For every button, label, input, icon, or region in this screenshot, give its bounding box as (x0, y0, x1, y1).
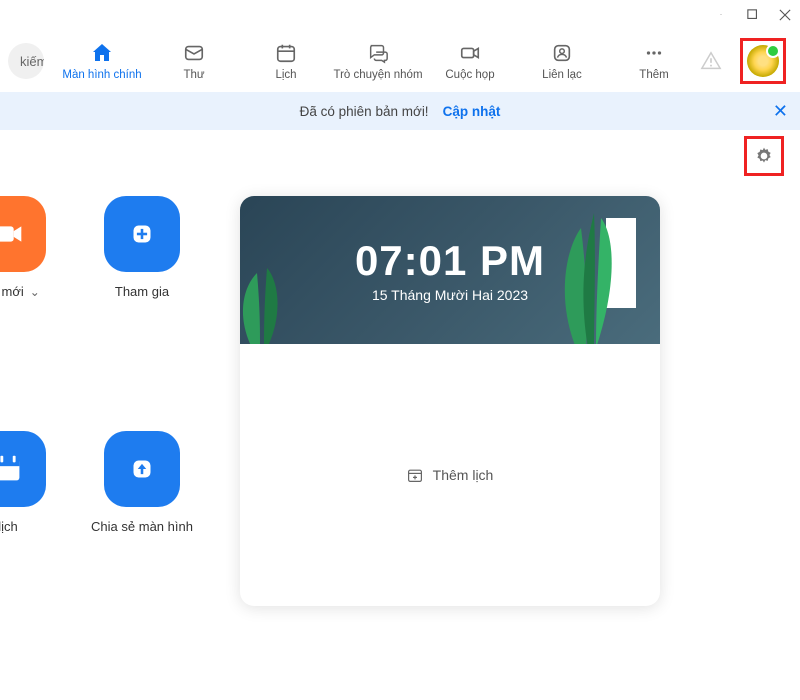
join-button[interactable] (104, 196, 180, 272)
nav-contacts[interactable]: Liên lạc (520, 41, 604, 81)
new-meeting-button[interactable] (0, 196, 46, 272)
gear-icon[interactable] (754, 146, 774, 166)
action-tiles: họp mới ⌄ Tham gia 19 lịch Chia sẻ màn h… (0, 196, 180, 606)
plant-illustration (240, 268, 292, 344)
chevron-down-icon[interactable]: ⌄ (30, 285, 40, 299)
nav-label: Thêm (639, 69, 668, 81)
update-banner: Đã có phiên bản mới! Cập nhật ✕ (0, 92, 800, 130)
nav-label: Liên lạc (542, 69, 582, 81)
nav-calendar[interactable]: Lịch (244, 41, 328, 81)
tile-label: lịch (0, 519, 18, 534)
main-content: họp mới ⌄ Tham gia 19 lịch Chia sẻ màn h… (0, 176, 800, 616)
video-icon (458, 41, 482, 65)
more-icon (642, 41, 666, 65)
clock-panel: 07:01 PM 15 Tháng Mười Hai 2023 (240, 196, 660, 344)
share-screen-button[interactable] (104, 431, 180, 507)
maximize-button[interactable] (746, 8, 760, 22)
nav-label: Màn hình chính (62, 69, 141, 81)
minimize-button[interactable] (714, 8, 728, 22)
calendar-icon (274, 41, 298, 65)
svg-text:19: 19 (3, 468, 14, 479)
close-icon[interactable]: ✕ (773, 101, 788, 122)
home-icon (90, 41, 114, 65)
nav-right (700, 38, 786, 84)
nav-label: Thư (183, 69, 204, 81)
schedule-button[interactable]: 19 (0, 431, 46, 507)
update-message: Đã có phiên bản mới! (300, 104, 429, 119)
clock-date: 15 Tháng Mười Hai 2023 (372, 287, 528, 303)
window-controls (0, 0, 800, 30)
warning-icon[interactable] (700, 50, 722, 72)
nav-items: Màn hình chính Thư Lịch Trò chuyện nhóm … (60, 41, 696, 81)
settings-highlight (744, 136, 784, 176)
add-calendar-button[interactable]: Thêm lịch (407, 467, 494, 483)
chat-icon (366, 41, 390, 65)
avatar[interactable] (747, 45, 779, 77)
clock-time: 07:01 PM (355, 237, 545, 285)
mail-icon (182, 41, 206, 65)
tile-label: Tham gia (115, 284, 169, 299)
calendar-plus-icon (407, 467, 423, 483)
nav-label: Lịch (275, 69, 296, 81)
nav-label: Cuộc họp (445, 69, 494, 81)
nav-label: Trò chuyện nhóm (333, 69, 422, 81)
plant-illustration (546, 208, 636, 344)
tile-label: họp mới (0, 284, 24, 299)
avatar-highlight (740, 38, 786, 84)
contacts-icon (550, 41, 574, 65)
search-placeholder: kiếm (20, 54, 44, 69)
nav-mail[interactable]: Thư (152, 41, 236, 81)
search-input[interactable]: kiếm (8, 43, 44, 79)
nav-teamchat[interactable]: Trò chuyện nhóm (336, 41, 420, 81)
nav-home[interactable]: Màn hình chính (60, 41, 144, 81)
close-button[interactable] (778, 8, 792, 22)
nav-more[interactable]: Thêm (612, 41, 696, 81)
calendar-body: Thêm lịch (240, 344, 660, 606)
top-nav: kiếm Màn hình chính Thư Lịch Trò chuyện … (0, 30, 800, 92)
nav-meetings[interactable]: Cuộc họp (428, 41, 512, 81)
tile-label: Chia sẻ màn hình (91, 519, 193, 534)
add-calendar-label: Thêm lịch (433, 467, 494, 483)
calendar-card: 07:01 PM 15 Tháng Mười Hai 2023 Thêm lịc… (240, 196, 660, 606)
update-action[interactable]: Cập nhật (443, 104, 501, 119)
